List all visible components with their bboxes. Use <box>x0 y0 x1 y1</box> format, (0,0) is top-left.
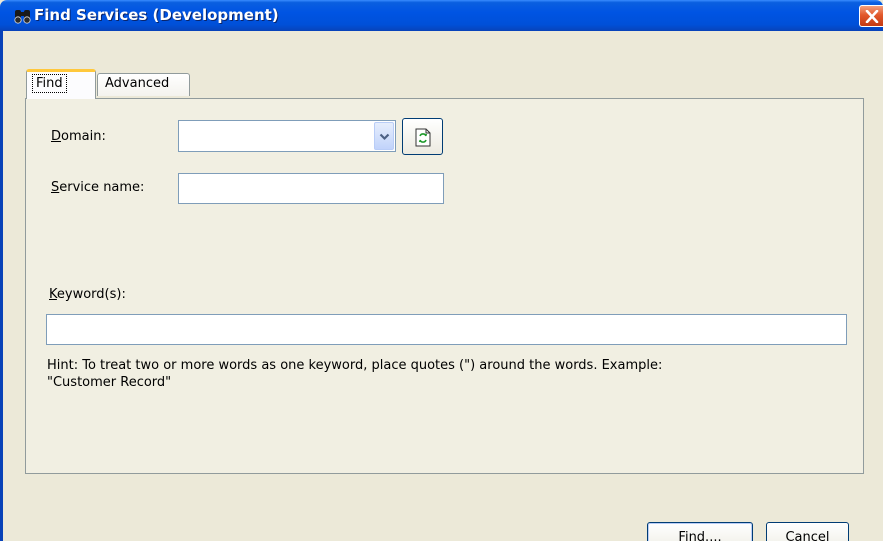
tab-find-label: Find <box>32 74 67 93</box>
domain-select[interactable] <box>178 120 396 152</box>
find-tab-panel <box>25 98 864 474</box>
tab-find[interactable]: Find <box>26 69 96 99</box>
close-button[interactable] <box>859 5 883 27</box>
title-bar[interactable]: Find Services (Development) <box>0 0 883 31</box>
domain-label: Domain: <box>51 129 106 144</box>
window-title: Find Services (Development) <box>34 6 279 24</box>
tab-advanced[interactable]: Advanced <box>97 73 190 96</box>
binoculars-icon <box>13 8 33 24</box>
find-button[interactable]: Find.... <box>647 522 753 541</box>
chevron-down-icon <box>379 133 390 141</box>
tab-advanced-label: Advanced <box>105 76 170 91</box>
hint-line-1: Hint: To treat two or more words as one … <box>47 358 663 373</box>
hint-line-2: "Customer Record" <box>47 375 172 390</box>
keyword-hint: Hint: To treat two or more words as one … <box>47 357 837 391</box>
keywords-input[interactable] <box>46 314 847 345</box>
keywords-label: Keyword(s): <box>49 287 126 302</box>
service-name-input[interactable] <box>178 173 444 204</box>
refresh-icon <box>415 128 431 147</box>
domain-dropdown-button[interactable] <box>374 122 394 150</box>
refresh-domains-button[interactable] <box>402 118 443 155</box>
cancel-button[interactable]: Cancel <box>766 522 849 541</box>
find-services-dialog: Find Services (Development) Find Advance… <box>0 0 883 541</box>
service-name-label: Service name: <box>51 180 145 195</box>
close-icon <box>865 10 879 23</box>
window-frame-left <box>0 31 3 541</box>
